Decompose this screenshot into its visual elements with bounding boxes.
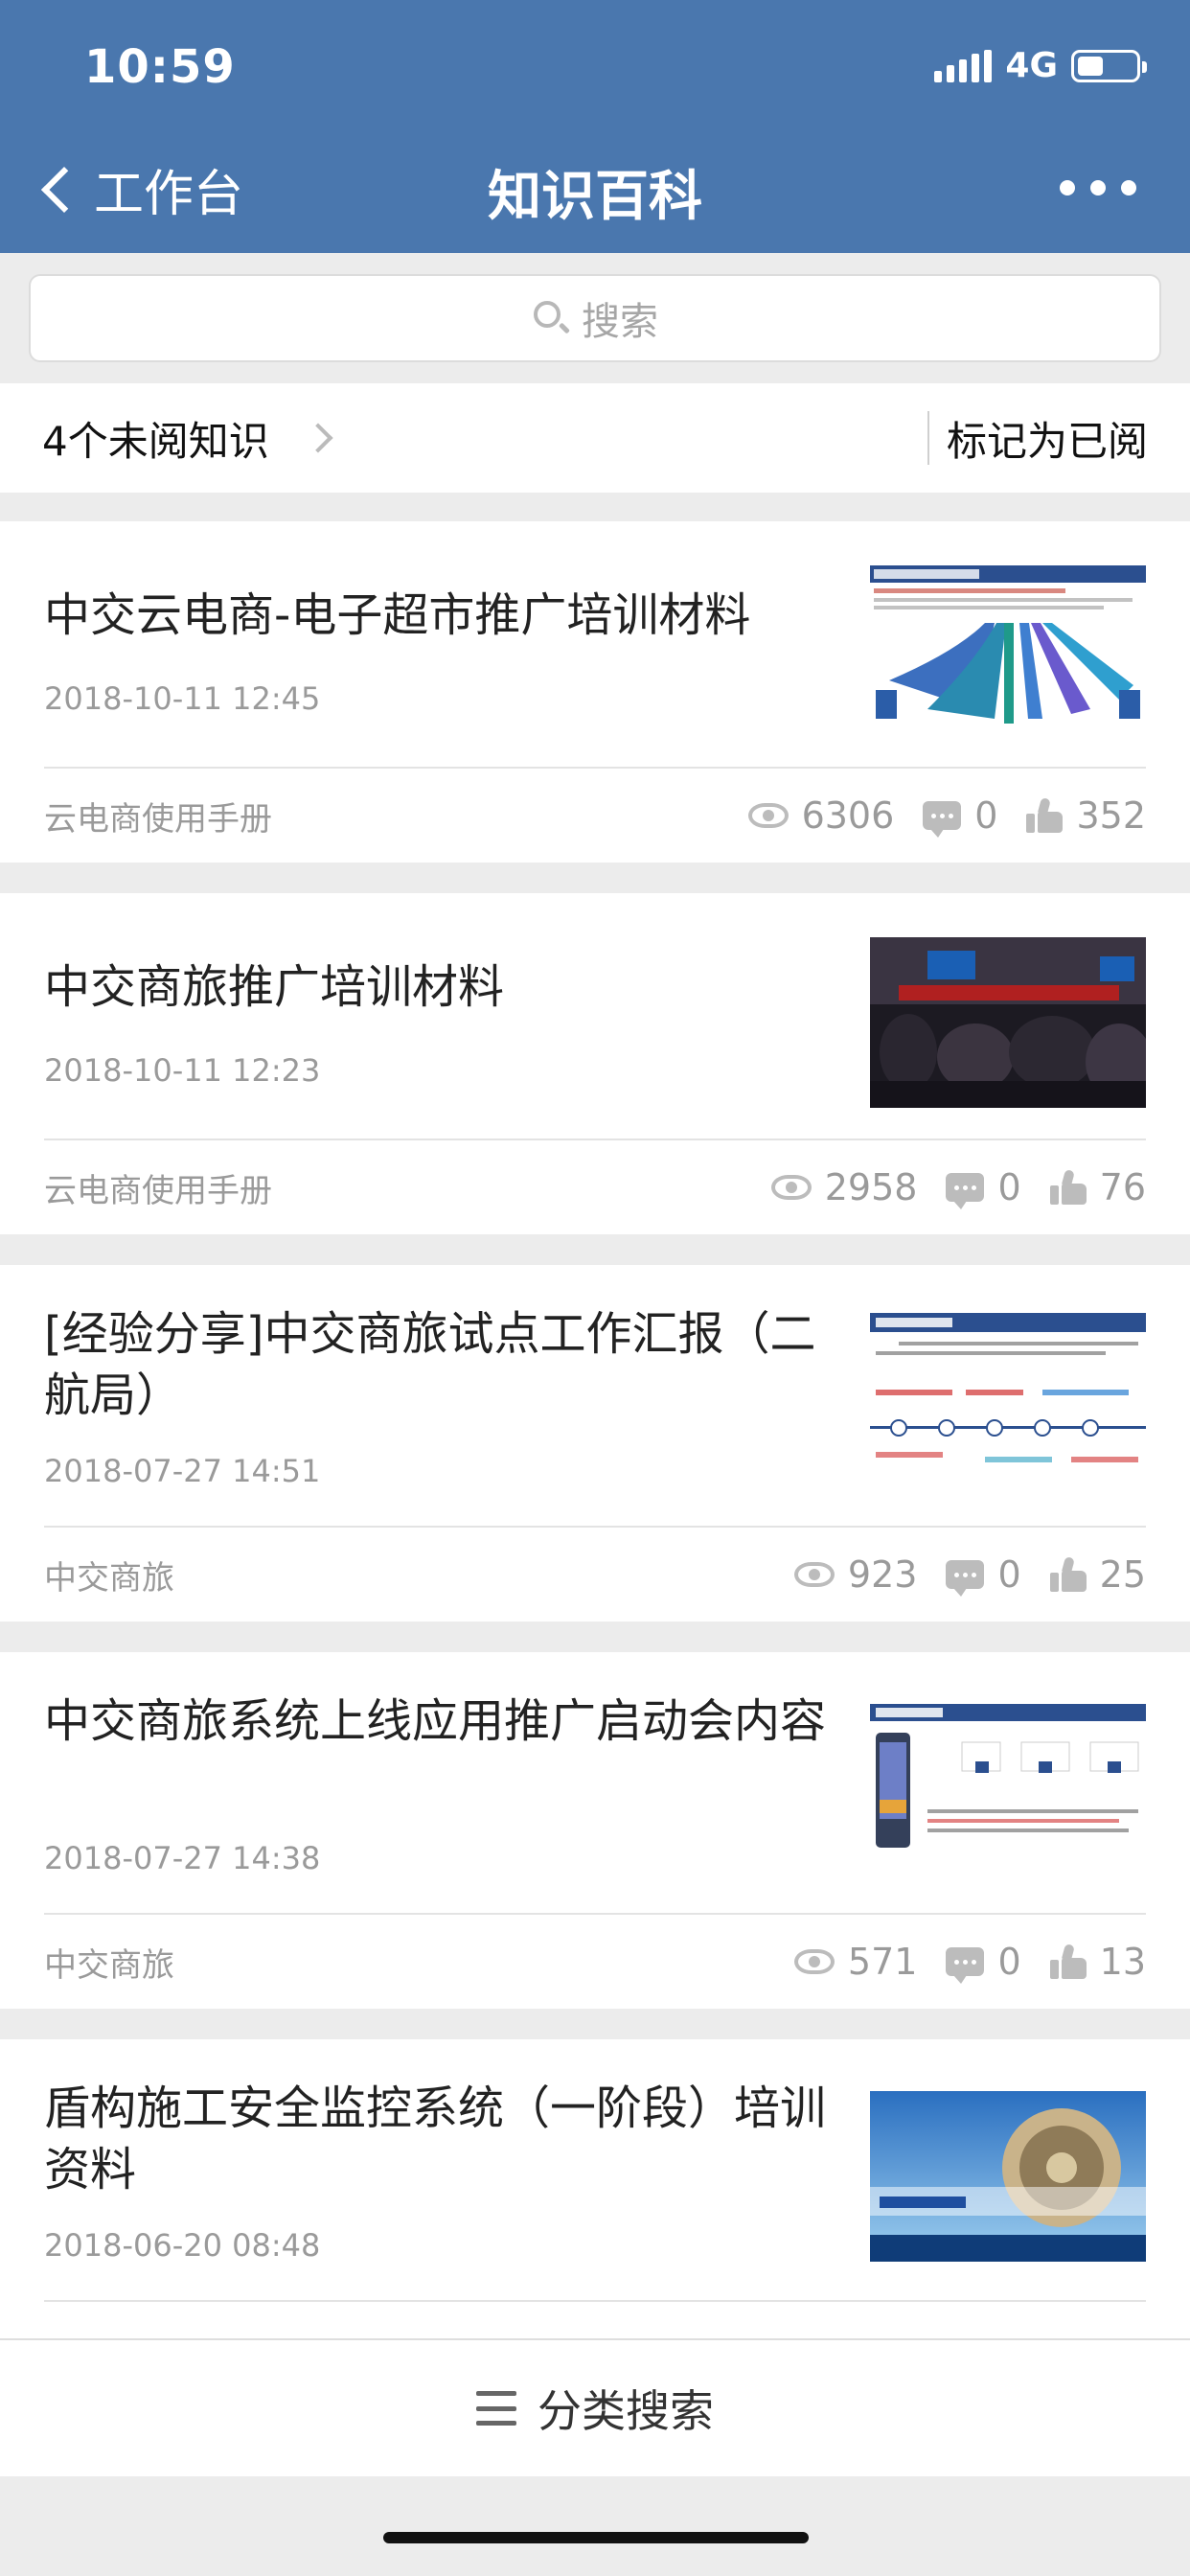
comment-icon (946, 1947, 985, 1984)
signal-icon (934, 49, 993, 82)
article-title: 盾构施工安全监控系统（一阶段）培训资料 (44, 2082, 827, 2196)
header-bar: 10:59 4G 工作台 知识百科 (0, 0, 1190, 253)
article-list: 中交云电商-电子超市推广培训材料 2018-10-11 12:45 云电商使用手… (0, 521, 1190, 2426)
likes-count: 76 (1099, 1166, 1146, 1208)
category-search-label: 分类搜索 (538, 2385, 714, 2437)
article-meta: 云电商使用手册 6306 0 352 (44, 769, 1146, 862)
comments-count: 0 (997, 1553, 1021, 1596)
likes-stat: 76 (1049, 1166, 1146, 1208)
comments-count: 0 (997, 1166, 1021, 1208)
article-thumbnail (870, 565, 1146, 736)
views-stat: 6306 (747, 794, 895, 837)
views-count: 6306 (801, 794, 895, 837)
more-dot-icon (1090, 180, 1106, 196)
likes-count: 352 (1076, 794, 1146, 837)
views-stat: 2958 (770, 1166, 918, 1208)
article-category: 中交商旅 (44, 1558, 174, 1598)
article-meta: 中交商旅 923 0 25 (44, 1528, 1146, 1622)
article-category: 云电商使用手册 (44, 799, 272, 839)
comment-icon (946, 1173, 985, 1209)
article-card[interactable]: 中交商旅推广培训材料 2018-10-11 12:23 云电商使用手册 2958… (0, 893, 1190, 1234)
comments-stat: 0 (923, 794, 998, 838)
network-type: 4G (1005, 46, 1058, 85)
mark-read-button[interactable]: 标记为已阅 (929, 409, 1190, 468)
more-dot-icon (1060, 180, 1075, 196)
article-date: 2018-07-27 14:38 (44, 1840, 321, 1876)
article-title: 中交商旅系统上线应用推广启动会内容 (44, 1694, 827, 1748)
article-category: 中交商旅 (44, 1945, 174, 1985)
views-stat: 923 (793, 1553, 918, 1596)
views-count: 923 (847, 1553, 918, 1596)
likes-count: 25 (1099, 1553, 1146, 1596)
eye-icon (770, 1175, 812, 1200)
article-category: 云电商使用手册 (44, 1171, 272, 1210)
comments-stat: 0 (946, 1941, 1021, 1984)
eye-icon (747, 803, 789, 828)
thumbs-up-icon (1049, 1943, 1087, 1979)
likes-stat: 13 (1049, 1941, 1146, 1983)
article-card[interactable]: [经验分享]中交商旅试点工作汇报（二航局） 2018-07-27 14:51 中… (0, 1265, 1190, 1622)
article-stats: 6306 0 352 (720, 794, 1146, 838)
more-dot-icon (1121, 180, 1136, 196)
article-meta: 中交商旅 571 0 13 (44, 1915, 1146, 2009)
article-thumbnail (870, 1313, 1146, 1484)
article-title: [经验分享]中交商旅试点工作汇报（二航局） (44, 1307, 816, 1422)
article-card[interactable]: 中交商旅系统上线应用推广启动会内容 2018-07-27 14:38 中交商旅 … (0, 1652, 1190, 2009)
chevron-right-icon (303, 423, 333, 453)
home-indicator (383, 2532, 809, 2543)
eye-icon (793, 1562, 835, 1587)
category-search-button[interactable]: 分类搜索 (0, 2338, 1190, 2476)
battery-icon (1071, 49, 1147, 82)
thumbs-up-icon (1049, 1555, 1087, 1592)
comments-count: 0 (997, 1941, 1021, 1983)
views-count: 2958 (824, 1166, 918, 1208)
unread-link[interactable]: 4个未阅知识 (0, 409, 927, 468)
comments-count: 0 (974, 794, 998, 837)
status-time: 10:59 (84, 40, 236, 94)
search-area: 搜索 (0, 253, 1190, 383)
article-stats: 923 0 25 (766, 1553, 1146, 1597)
article-title: 中交商旅推广培训材料 (44, 960, 505, 1014)
article-stats: 571 0 13 (766, 1941, 1146, 1984)
article-thumbnail (870, 937, 1146, 1108)
divider (44, 2300, 1146, 2302)
article-main: 中交商旅系统上线应用推广启动会内容 2018-07-27 14:38 (44, 1652, 1190, 1913)
likes-stat: 25 (1049, 1553, 1146, 1596)
search-icon (532, 299, 571, 337)
search-input[interactable]: 搜索 (29, 274, 1161, 362)
menu-icon (476, 2391, 516, 2426)
likes-count: 13 (1099, 1941, 1146, 1983)
views-stat: 571 (793, 1941, 918, 1983)
comments-stat: 0 (946, 1166, 1021, 1209)
comments-stat: 0 (946, 1553, 1021, 1597)
unread-count-label: 4个未阅知识 (42, 417, 269, 465)
battery-level (1078, 56, 1104, 76)
unread-bar: 4个未阅知识 标记为已阅 (0, 383, 1190, 493)
comment-icon (946, 1560, 985, 1597)
article-card[interactable]: 中交云电商-电子超市推广培训材料 2018-10-11 12:45 云电商使用手… (0, 521, 1190, 862)
article-date: 2018-06-20 08:48 (44, 2227, 321, 2264)
eye-icon (793, 1949, 835, 1974)
article-main: 中交云电商-电子超市推广培训材料 2018-10-11 12:45 (44, 521, 1190, 767)
article-date: 2018-07-27 14:51 (44, 1453, 321, 1489)
article-thumbnail (870, 1704, 1146, 1874)
thumbs-up-icon (1026, 796, 1064, 833)
article-thumbnail (870, 2091, 1146, 2262)
article-meta: 云电商使用手册 2958 0 76 (44, 1140, 1146, 1234)
article-main: 盾构施工安全监控系统（一阶段）培训资料 2018-06-20 08:48 (44, 2039, 1190, 2300)
article-date: 2018-10-11 12:45 (44, 680, 321, 717)
more-menu-button[interactable] (1060, 180, 1136, 196)
article-date: 2018-10-11 12:23 (44, 1052, 321, 1089)
page-title: 知识百科 (488, 166, 702, 228)
article-title: 中交云电商-电子超市推广培训材料 (44, 588, 751, 642)
search-placeholder: 搜索 (582, 300, 658, 344)
comment-icon (923, 801, 962, 838)
status-indicators: 4G (934, 46, 1147, 85)
views-count: 571 (847, 1941, 918, 1983)
thumbs-up-icon (1049, 1168, 1087, 1205)
likes-stat: 352 (1026, 794, 1146, 837)
article-main: [经验分享]中交商旅试点工作汇报（二航局） 2018-07-27 14:51 (44, 1265, 1190, 1526)
article-main: 中交商旅推广培训材料 2018-10-11 12:23 (44, 893, 1190, 1138)
article-stats: 2958 0 76 (743, 1166, 1146, 1209)
